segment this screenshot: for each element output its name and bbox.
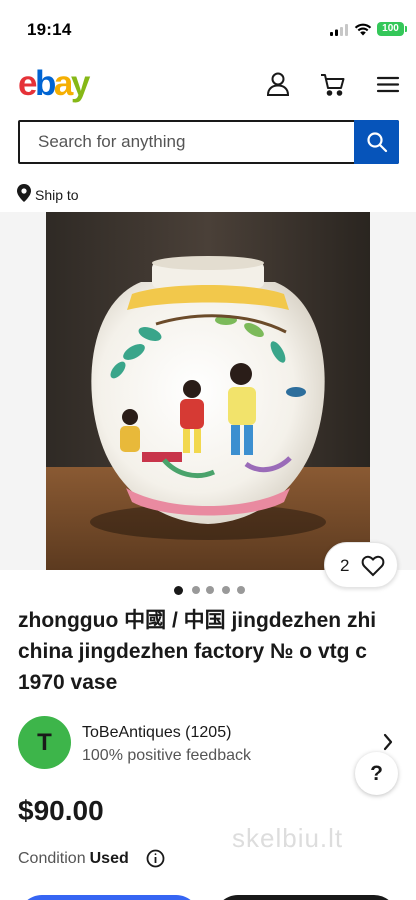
user-icon[interactable] (264, 70, 292, 98)
seller-card[interactable]: T ToBeAntiques (1205) 100% positive feed… (18, 716, 398, 770)
add-to-cart-button[interactable] (214, 895, 398, 900)
listing-title: zhongguo 中國 / 中国 jingdezhen zhi china ji… (18, 609, 377, 694)
battery-indicator: 100 (377, 22, 407, 36)
product-photo[interactable] (46, 212, 370, 570)
cart-icon[interactable] (319, 70, 347, 98)
image-carousel[interactable] (0, 212, 416, 570)
buy-it-now-button[interactable] (18, 895, 200, 900)
ship-to-label: Ship to (35, 187, 79, 203)
location-pin-icon (17, 184, 31, 202)
info-icon[interactable] (146, 849, 165, 868)
help-button[interactable]: ? (355, 752, 398, 795)
carousel-dot[interactable] (222, 586, 230, 594)
seller-avatar: T (18, 716, 71, 769)
status-bar: 19:14 100 (0, 0, 416, 56)
condition: Condition Used (18, 850, 129, 868)
watermark: skelbiu.lt (232, 823, 344, 853)
watch-count: 2 (340, 556, 350, 575)
carousel-dot-active[interactable] (174, 585, 183, 595)
signal-icon (330, 24, 348, 36)
carousel-dot[interactable] (237, 586, 245, 594)
carousel-dot[interactable] (192, 586, 200, 594)
chevron-right-icon (383, 733, 393, 751)
condition-value: Used (89, 850, 129, 867)
status-time: 19:14 (27, 20, 72, 39)
seller-feedback: 100% positive feedback (82, 747, 251, 764)
condition-label: Condition (18, 850, 86, 867)
search-bar (18, 120, 399, 164)
seller-name: ToBeAntiques (1205) (82, 724, 232, 741)
price: $90.00 (18, 795, 104, 826)
watch-button[interactable]: 2 (324, 542, 398, 588)
menu-icon[interactable] (374, 70, 402, 98)
heart-icon (361, 555, 385, 577)
search-input[interactable] (20, 122, 356, 162)
site-header: ebay (0, 60, 416, 108)
search-icon (367, 132, 388, 153)
search-button[interactable] (354, 120, 399, 164)
ebay-logo[interactable]: ebay (18, 64, 90, 104)
wifi-icon (354, 23, 372, 36)
carousel-dot[interactable] (206, 586, 214, 594)
